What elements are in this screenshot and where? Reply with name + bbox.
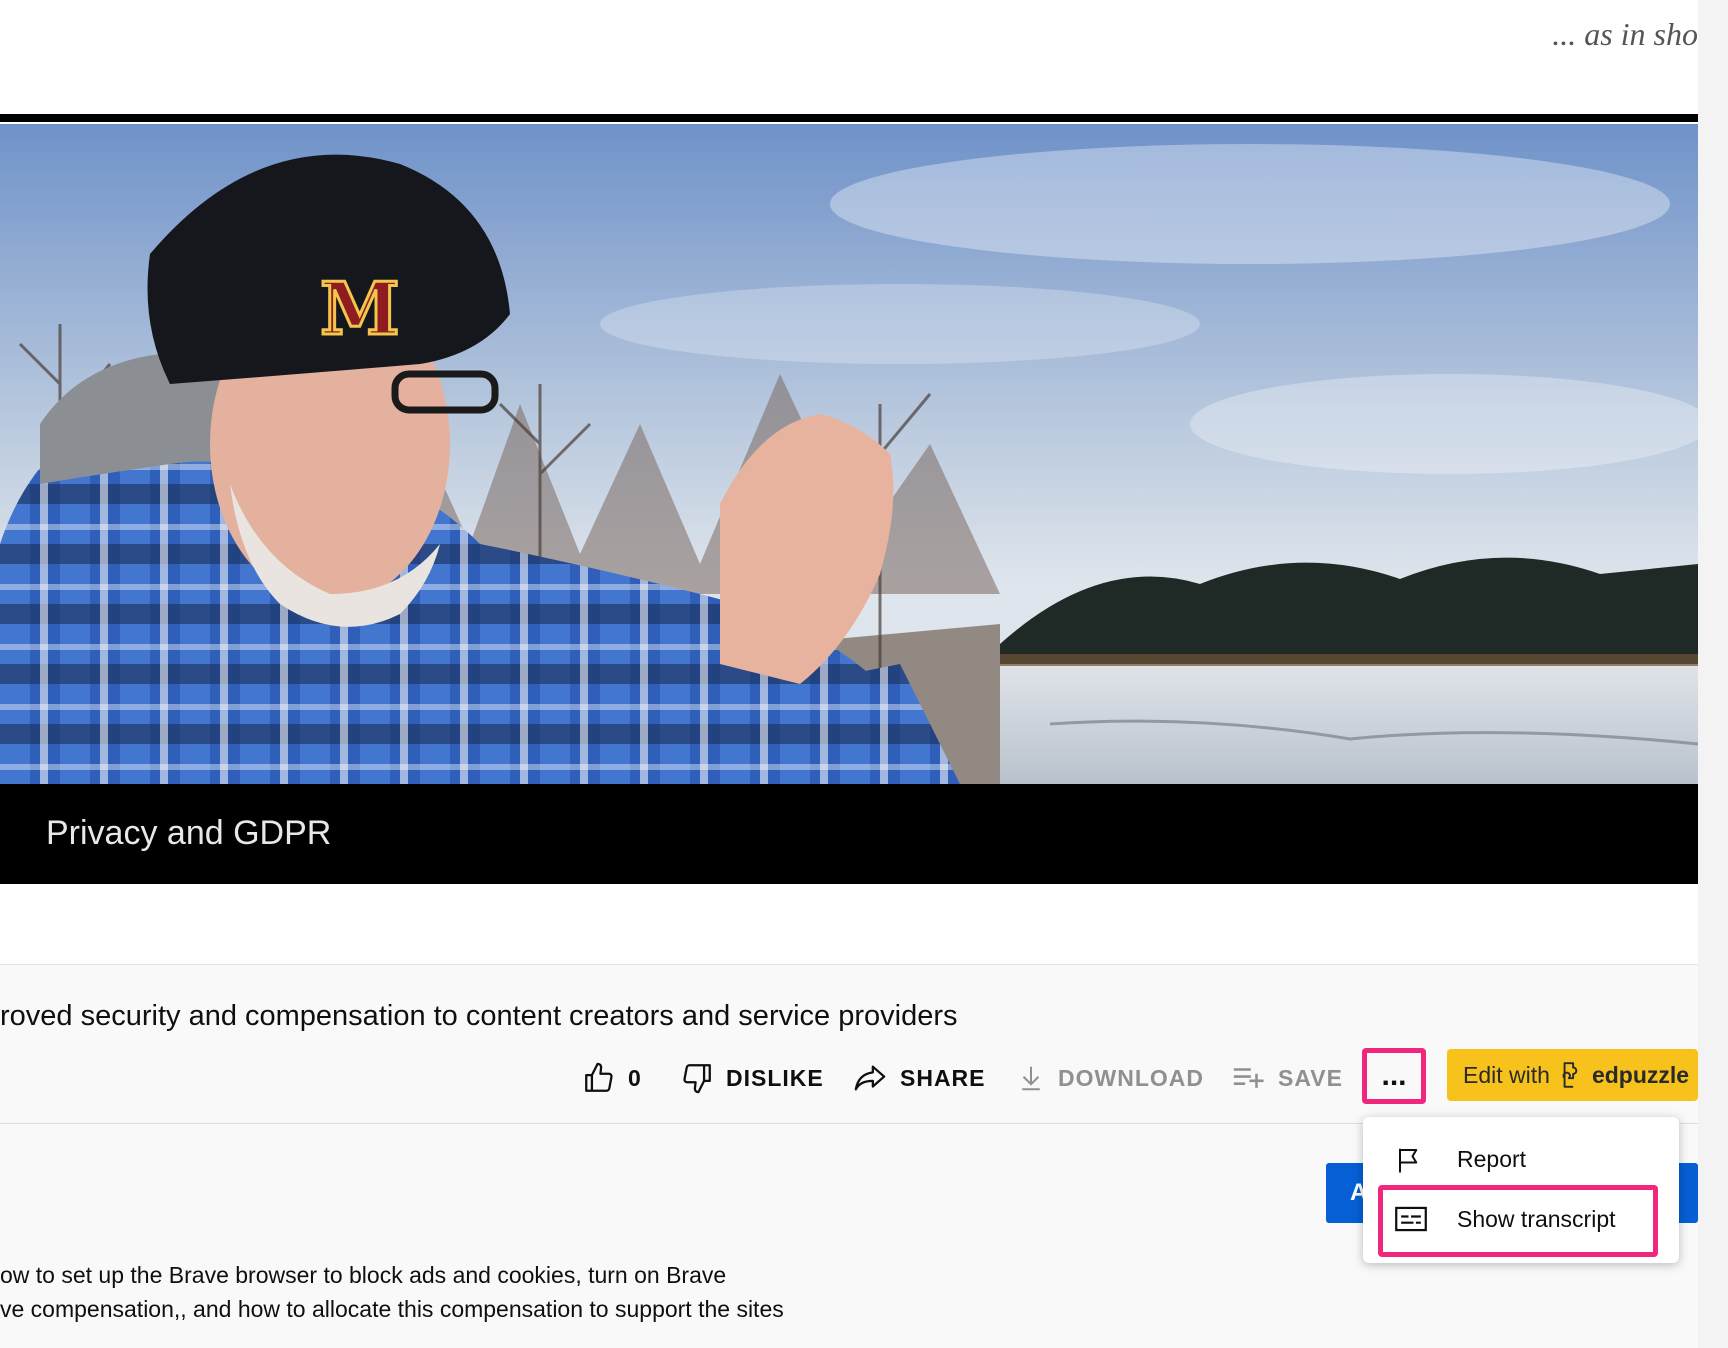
thumbs-down-icon — [683, 1064, 711, 1094]
edpuzzle-prefix: Edit with — [1463, 1061, 1550, 1088]
playlist-add-icon — [1233, 1068, 1264, 1088]
video-title: roved security and compensation to conte… — [0, 1000, 958, 1032]
more-actions-button[interactable]: ... — [1362, 1048, 1426, 1104]
edpuzzle-brand: edpuzzle — [1591, 1061, 1690, 1088]
video-description: ow to set up the Brave browser to block … — [0, 1258, 784, 1326]
like-count: 0 — [628, 1064, 642, 1091]
video-caption-bar: Privacy and GDPR — [0, 784, 1698, 884]
more-actions-menu: Report Show transcript — [1363, 1117, 1679, 1263]
download-button[interactable]: DOWNLOAD — [1016, 1050, 1204, 1106]
video-frame-image: M — [0, 124, 1698, 784]
menu-item-show-transcript[interactable]: Show transcript — [1363, 1191, 1679, 1247]
edit-with-edpuzzle-button[interactable]: Edit with edpuzzle — [1447, 1049, 1698, 1101]
video-actions-bar: 0 DISLIKE SHARE DOWNLOAD SAVE — [0, 1050, 1698, 1106]
flag-icon — [1399, 1148, 1418, 1173]
edpuzzle-logo-icon — [1562, 1062, 1578, 1088]
video-player[interactable]: M — [0, 124, 1698, 784]
dislike-label: DISLIKE — [726, 1064, 824, 1091]
dislike-button[interactable]: DISLIKE — [680, 1050, 824, 1106]
save-label: SAVE — [1278, 1064, 1343, 1091]
description-line: ve compensation,, and how to allocate th… — [0, 1296, 784, 1322]
scrollbar[interactable] — [1698, 0, 1728, 1348]
svg-text:M: M — [320, 266, 400, 351]
video-caption: Privacy and GDPR — [46, 814, 332, 852]
share-label: SHARE — [900, 1064, 986, 1091]
thumbs-up-icon — [585, 1062, 613, 1092]
share-button[interactable]: SHARE — [852, 1050, 986, 1106]
download-icon — [1022, 1066, 1040, 1091]
share-icon — [854, 1065, 886, 1091]
page-header: ... as in sho — [0, 0, 1698, 112]
save-button[interactable]: SAVE — [1230, 1050, 1343, 1106]
report-label: Report — [1457, 1145, 1527, 1172]
header-rule — [0, 114, 1698, 122]
header-tagline: ... as in sho — [1552, 16, 1698, 52]
transcript-icon — [1395, 1206, 1427, 1232]
like-button[interactable]: 0 — [582, 1050, 642, 1106]
divider — [0, 964, 1698, 965]
description-line: ow to set up the Brave browser to block … — [0, 1262, 727, 1288]
transcript-label: Show transcript — [1457, 1205, 1616, 1232]
download-label: DOWNLOAD — [1058, 1064, 1204, 1091]
menu-item-report[interactable]: Report — [1363, 1131, 1679, 1187]
